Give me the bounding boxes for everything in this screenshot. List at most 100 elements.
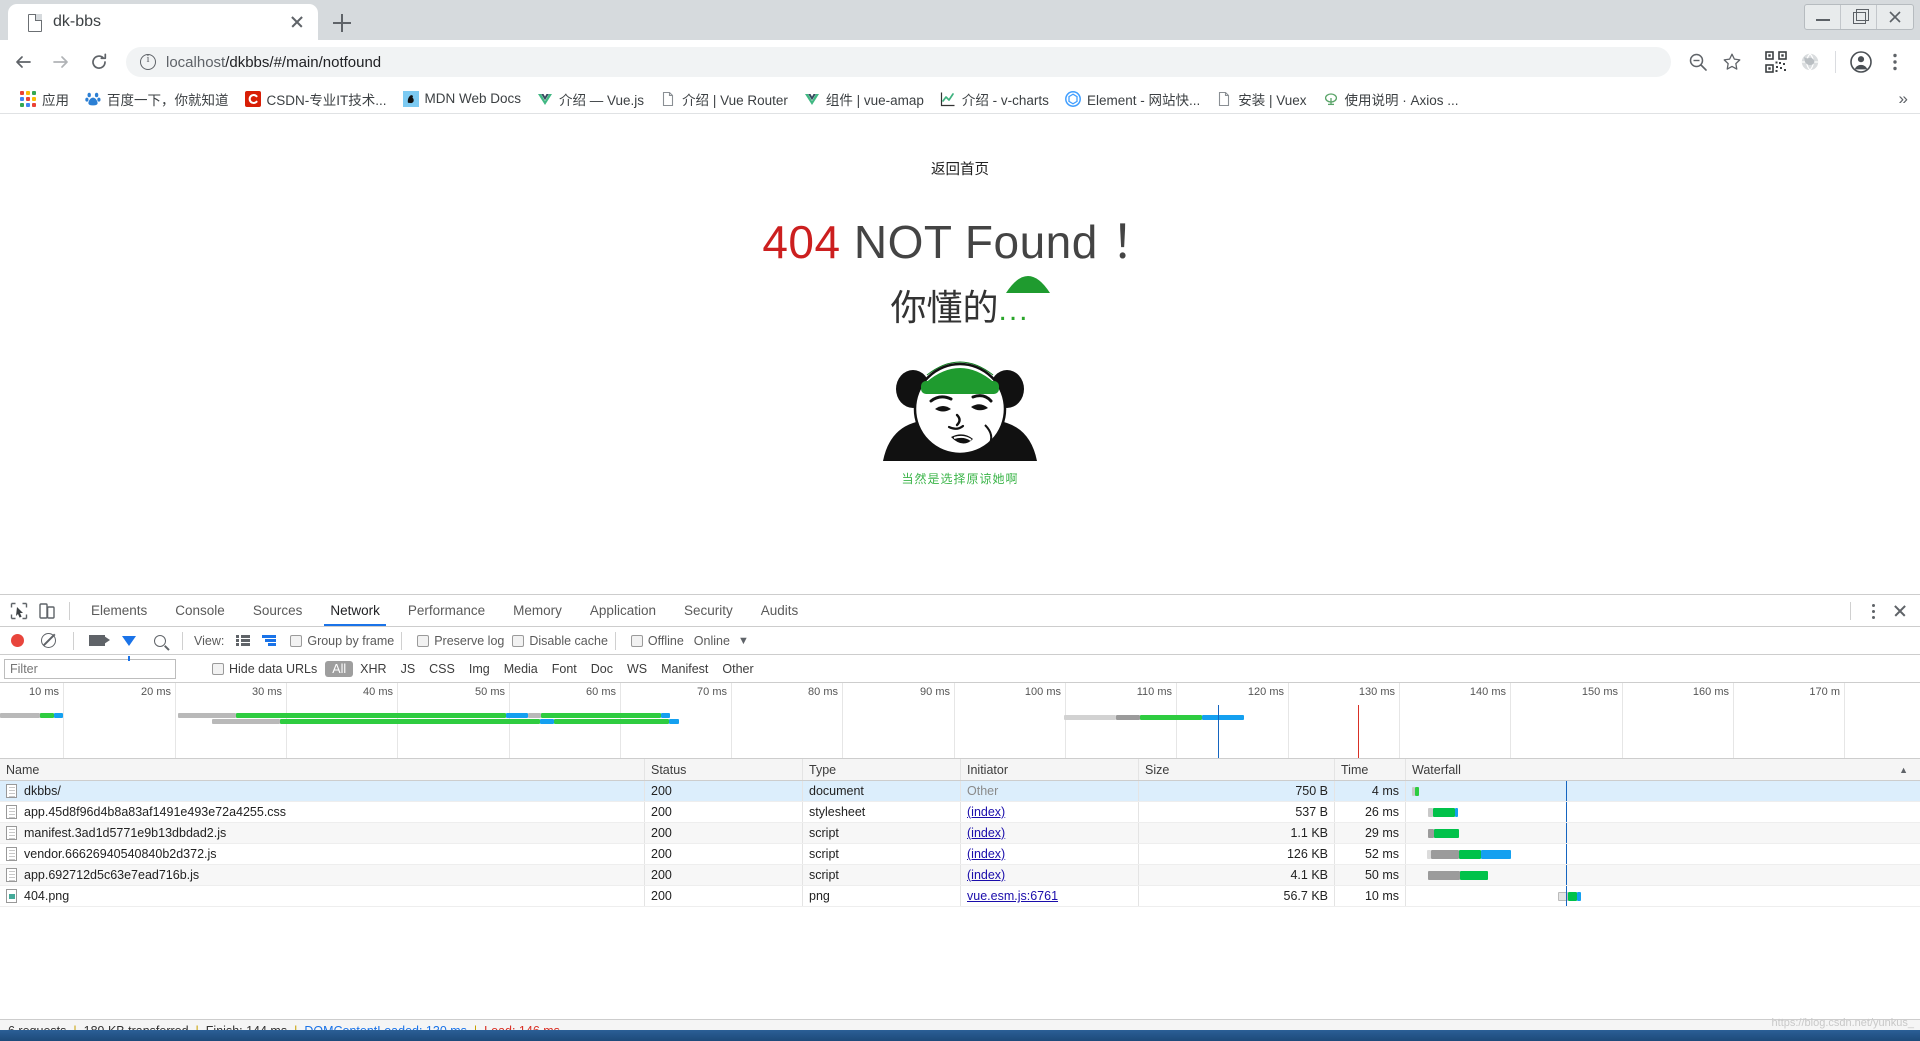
initiator-link[interactable]: (index) <box>967 868 1005 882</box>
tab-application[interactable]: Application <box>576 595 670 626</box>
waterfall-view-icon[interactable] <box>262 635 277 646</box>
filter-type-font[interactable]: Font <box>545 661 584 677</box>
bookmark-star-icon[interactable] <box>1717 47 1747 77</box>
filter-type-other[interactable]: Other <box>715 661 760 677</box>
tab-elements[interactable]: Elements <box>77 595 161 626</box>
bookmark-element[interactable]: Element - 网站快... <box>1057 86 1208 112</box>
bookmark-axios[interactable]: 使用说明 · Axios ... <box>1315 86 1467 112</box>
cell-type: document <box>803 781 961 801</box>
filter-type-ws[interactable]: WS <box>620 661 654 677</box>
list-view-icon[interactable] <box>236 635 251 646</box>
initiator-link[interactable]: vue.esm.js:6761 <box>967 889 1058 903</box>
back-icon[interactable] <box>6 45 40 79</box>
maximize-button[interactable] <box>1841 5 1877 29</box>
cell-size: 56.7 KB <box>1139 886 1335 906</box>
inspect-cursor-icon[interactable] <box>6 598 34 624</box>
column-header-status[interactable]: Status <box>645 759 803 780</box>
filter-input[interactable] <box>4 658 176 679</box>
hide-data-urls-checkbox[interactable] <box>212 662 224 675</box>
device-toggle-icon[interactable] <box>34 598 62 624</box>
minimize-button[interactable] <box>1805 5 1841 29</box>
bookmark-apps[interactable]: 应用 <box>12 86 77 112</box>
sort-ascending-icon[interactable]: ▲ <box>1899 765 1908 775</box>
bookmarks-overflow-button[interactable]: » <box>1899 89 1908 109</box>
column-header-type[interactable]: Type <box>803 759 961 780</box>
tab-audits[interactable]: Audits <box>747 595 813 626</box>
filter-type-all[interactable]: All <box>325 660 354 677</box>
table-row[interactable]: vendor.66626940540840b2d372.js 200 scrip… <box>0 844 1920 865</box>
document-icon <box>6 805 17 819</box>
filter-type-js[interactable]: JS <box>394 661 423 677</box>
filter-type-img[interactable]: Img <box>462 661 497 677</box>
close-icon[interactable] <box>1888 598 1912 624</box>
preserve-log-checkbox[interactable] <box>417 634 430 647</box>
table-row[interactable]: 404.png 200 png vue.esm.js:6761 56.7 KB … <box>0 886 1920 907</box>
info-icon <box>140 53 156 70</box>
reload-icon[interactable] <box>82 45 116 79</box>
initiator-link[interactable]: (index) <box>967 826 1005 840</box>
offline-checkbox[interactable] <box>630 634 643 647</box>
profile-icon[interactable] <box>1846 47 1876 77</box>
bookmark-vue-router[interactable]: 介绍 | Vue Router <box>652 86 796 112</box>
column-header-name[interactable]: Name <box>0 759 645 780</box>
search-icon[interactable] <box>154 634 166 647</box>
cell-initiator: (index) <box>961 865 1139 885</box>
table-row[interactable]: app.45d8f96d4b8a83af1491e493e72a4255.css… <box>0 802 1920 823</box>
bookmark-baidu[interactable]: 百度一下，你就知道 <box>77 86 237 112</box>
globe-icon[interactable] <box>1795 47 1825 77</box>
new-tab-button[interactable] <box>324 6 360 40</box>
cell-name: app.692712d5c63e7ead716b.js <box>0 865 645 885</box>
clear-icon[interactable] <box>41 633 56 648</box>
tab-memory[interactable]: Memory <box>499 595 576 626</box>
tab-strip: dk-bbs <box>0 0 1920 40</box>
column-header-time[interactable]: Time <box>1335 759 1406 780</box>
column-header-waterfall[interactable]: Waterfall ▲ <box>1406 759 1920 780</box>
column-header-size[interactable]: Size <box>1139 759 1335 780</box>
request-name: vendor.66626940540840b2d372.js <box>24 847 217 861</box>
bookmark-vue-amap[interactable]: 组件 | vue-amap <box>796 86 932 112</box>
forward-icon[interactable] <box>44 45 78 79</box>
column-header-waterfall-label: Waterfall <box>1412 762 1461 777</box>
throttling-value[interactable]: Online <box>694 634 730 648</box>
group-by-frame-checkbox[interactable] <box>290 634 303 647</box>
qr-code-icon[interactable] <box>1761 47 1791 77</box>
column-header-initiator[interactable]: Initiator <box>961 759 1139 780</box>
table-row[interactable]: dkbbs/ 200 document Other 750 B 4 ms <box>0 781 1920 802</box>
filter-type-css[interactable]: CSS <box>422 661 462 677</box>
tab-network[interactable]: Network <box>316 595 394 626</box>
browser-tab[interactable]: dk-bbs <box>8 4 318 40</box>
tab-security[interactable]: Security <box>670 595 747 626</box>
bookmark-v-charts[interactable]: 介绍 - v-charts <box>932 86 1057 112</box>
filter-type-manifest[interactable]: Manifest <box>654 661 715 677</box>
table-row[interactable]: app.692712d5c63e7ead716b.js 200 script (… <box>0 865 1920 886</box>
network-timeline-overview[interactable]: 10 ms 20 ms 30 ms 40 ms 50 ms 60 ms 70 ms 80 ms… <box>0 683 1920 759</box>
network-request-table: Name Status Type Initiator Size Time Wat… <box>0 759 1920 1019</box>
tab-console[interactable]: Console <box>161 595 239 626</box>
record-icon[interactable] <box>11 634 24 647</box>
zoom-out-icon[interactable] <box>1683 47 1713 77</box>
initiator-link[interactable]: (index) <box>967 847 1005 861</box>
disable-cache-checkbox[interactable] <box>512 634 525 647</box>
initiator-link[interactable]: (index) <box>967 805 1005 819</box>
chevron-down-icon[interactable]: ▼ <box>738 635 749 647</box>
bookmark-vuejs[interactable]: 介绍 — Vue.js <box>529 86 652 112</box>
kebab-menu-icon[interactable] <box>1862 598 1884 624</box>
filter-type-xhr[interactable]: XHR <box>353 661 393 677</box>
funnel-icon[interactable] <box>122 635 136 661</box>
bookmark-vuex[interactable]: 安装 | Vuex <box>1208 86 1314 112</box>
tab-sources[interactable]: Sources <box>239 595 317 626</box>
back-home-link[interactable]: 返回首页 <box>931 158 989 179</box>
address-bar[interactable]: localhost/dkbbs/#/main/notfound <box>126 47 1671 77</box>
bookmark-mdn[interactable]: MDN Web Docs <box>395 88 530 110</box>
menu-icon[interactable] <box>1880 47 1910 77</box>
camera-icon[interactable] <box>89 635 110 646</box>
bookmark-label: 百度一下，你就知道 <box>107 92 229 108</box>
filter-type-media[interactable]: Media <box>497 661 545 677</box>
bookmark-csdn[interactable]: CSDN-专业IT技术... <box>237 86 395 112</box>
table-row[interactable]: manifest.3ad1d5771e9b13dbdad2.js 200 scr… <box>0 823 1920 844</box>
cell-time: 10 ms <box>1335 886 1406 906</box>
close-window-button[interactable] <box>1877 5 1913 29</box>
tab-performance[interactable]: Performance <box>394 595 499 626</box>
close-icon[interactable] <box>286 11 308 33</box>
filter-type-doc[interactable]: Doc <box>584 661 620 677</box>
